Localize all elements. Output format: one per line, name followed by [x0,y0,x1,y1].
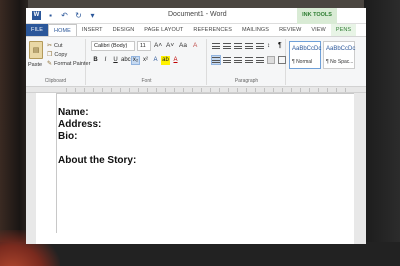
doc-line-name: Name: [58,107,89,118]
grow-font-icon[interactable]: A˄ [154,41,162,51]
clipboard-group: ▤ Paste ✂ Cut ❐ Copy ✎ Format Painter Cl… [26,39,90,85]
style-no-spacing-sample: AaBbCcDc [326,46,356,52]
ribbon: ▤ Paste ✂ Cut ❐ Copy ✎ Format Painter Cl… [26,37,366,87]
styles-group: AaBbCcDc ¶ Normal AaBbCcDc ¶ No Spac... [287,39,366,85]
tab-mailings[interactable]: MAILINGS [237,24,274,36]
highlight-icon[interactable]: ab [161,56,170,65]
underline-icon[interactable]: U [111,56,120,65]
font-group-label: Font [141,78,152,84]
clear-formatting-icon[interactable]: A [193,41,197,51]
scissors-icon: ✂ [47,43,53,49]
tab-insert[interactable]: INSERT [77,24,108,36]
tab-view[interactable]: VIEW [306,24,330,36]
redo-icon[interactable]: ↻ [74,11,83,20]
doc-line-bio: Bio: [58,131,78,142]
font-group: Calibri (Body) 11 A˄ A˅ Aa A B I U abc x… [87,39,207,85]
ruler-ticks [66,88,346,92]
style-no-spacing-label: ¶ No Spac... [326,59,354,65]
align-right-icon[interactable] [234,56,242,64]
quick-access-toolbar: W ▪ ↶ ↻ ▾ [32,11,97,20]
paragraph-row-1: ↕ ¶ [212,42,286,50]
paragraph-group-label: Paragraph [234,78,259,84]
document-area: Name: Address: Bio: About the Story: [26,93,366,244]
paragraph-group: ↕ ¶ Paragraph [208,39,286,85]
multilevel-list-icon[interactable] [234,42,242,50]
tab-references[interactable]: REFERENCES [188,24,237,36]
clipboard-group-label: Clipboard [44,78,67,84]
word-window: W ▪ ↶ ↻ ▾ Document1 - Word INK TOOLS FIL… [26,8,366,244]
sort-icon[interactable]: ↕ [267,42,275,50]
cut-label: Cut [54,42,63,49]
paste-icon[interactable]: ▤ [29,41,43,59]
margin-guide-left [56,93,57,233]
copy-label: Copy [54,51,68,58]
style-no-spacing[interactable]: AaBbCcDc ¶ No Spac... [323,41,355,69]
style-normal-label: ¶ Normal [292,59,313,65]
tab-review[interactable]: REVIEW [274,24,306,36]
copy-icon: ❐ [47,52,53,58]
line-spacing-icon[interactable] [256,56,264,64]
shading-icon[interactable] [267,56,275,64]
style-normal[interactable]: AaBbCcDc ¶ Normal [289,41,321,69]
bold-icon[interactable]: B [91,56,100,65]
font-name-select[interactable]: Calibri (Body) [91,41,135,51]
format-painter-button[interactable]: ✎ Format Painter [47,60,91,68]
numbering-icon[interactable] [223,42,231,50]
tab-file[interactable]: FILE [26,24,48,36]
borders-icon[interactable] [278,56,286,64]
document-page[interactable]: Name: Address: Bio: About the Story: [36,93,354,244]
align-center-icon[interactable] [223,56,231,64]
cut-button[interactable]: ✂ Cut [47,42,63,50]
format-painter-icon: ✎ [47,61,53,67]
paragraph-row-2 [211,55,286,65]
show-marks-icon[interactable]: ¶ [278,42,286,50]
font-size-select[interactable]: 11 [137,41,151,51]
undo-icon[interactable]: ↶ [60,11,69,20]
tab-design[interactable]: DESIGN [108,24,140,36]
change-case-icon[interactable]: Aa [179,41,187,51]
window-title: Document1 - Word [168,11,227,18]
justify-icon[interactable] [245,56,253,64]
paste-button[interactable]: Paste [28,62,42,68]
save-icon[interactable]: ▪ [46,11,55,20]
tab-page-layout[interactable]: PAGE LAYOUT [139,24,188,36]
italic-icon[interactable]: I [101,56,110,65]
style-normal-sample: AaBbCcDc [292,46,322,52]
format-painter-label: Format Painter [54,60,91,67]
margin-guide-top [56,93,354,94]
bullets-icon[interactable] [212,42,220,50]
monitor-bezel-bottom [0,242,400,266]
decrease-indent-icon[interactable] [245,42,253,50]
align-left-icon[interactable] [211,55,221,65]
doc-line-address: Address: [58,119,102,130]
strikethrough-icon[interactable]: abc [121,56,131,65]
title-bar: W ▪ ↶ ↻ ▾ Document1 - Word INK TOOLS [26,8,366,24]
ink-tools-label: INK TOOLS [297,8,337,24]
tab-home[interactable]: HOME [48,24,77,36]
superscript-icon[interactable]: x² [141,56,150,65]
doc-line-about-the-story: About the Story: [58,155,137,166]
font-color-icon[interactable]: A [171,56,180,65]
text-effects-icon[interactable]: A [151,56,160,65]
monitor-bezel-left [0,0,28,266]
tab-pens[interactable]: PENS [330,24,357,36]
font-format-row: B I U abc x₂ x² A ab A [91,56,180,65]
monitor-bezel-right [364,0,400,266]
increase-indent-icon[interactable] [256,42,264,50]
subscript-icon[interactable]: x₂ [131,56,140,65]
copy-button[interactable]: ❐ Copy [47,51,68,59]
shrink-font-icon[interactable]: A˅ [166,41,174,51]
ribbon-tabs: FILE HOME INSERT DESIGN PAGE LAYOUT REFE… [26,24,366,37]
word-logo-icon: W [32,11,41,20]
customize-qat-icon[interactable]: ▾ [88,11,97,20]
